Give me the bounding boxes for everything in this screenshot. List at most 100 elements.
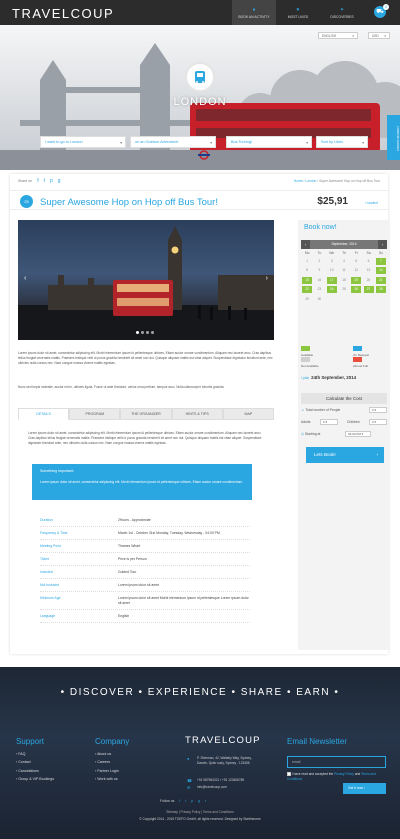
tab-map[interactable]: MAP [222,408,275,420]
facebook-icon[interactable]: f [179,799,180,803]
breadcrumb-home[interactable]: Home [294,179,303,183]
calendar-day[interactable]: 28 [375,286,386,293]
copyright: © Copyright 2014 - 2015 TOEFO GmbH, all … [139,817,261,821]
tab-details[interactable]: DETAILS [18,408,70,420]
nav-most-liked[interactable]: ♥ MOST LIKED [276,0,320,25]
slider-dot[interactable] [141,331,144,334]
calendar-day[interactable]: 3 [327,258,337,265]
calendar-day[interactable]: 25 [339,286,349,293]
slider-dot[interactable] [146,331,149,334]
footer-link[interactable]: › Partner Login [95,769,129,773]
category-select[interactable]: Bus Touring! ▾ [226,136,312,148]
calendar-day[interactable]: 17 [326,276,337,284]
calendar-day[interactable]: 27 [363,286,374,293]
calendar-day[interactable]: 4 [339,258,349,265]
language-select[interactable]: ENGLISH ▾ [318,32,358,39]
people-stepper[interactable]: 0 ▾ [369,407,387,413]
newsletter-consent[interactable]: I have read and accepted the Privacy Pol… [287,772,387,781]
calendar-day[interactable]: 1 [302,258,312,265]
lets-book-button[interactable]: Lets Book! › [306,447,384,463]
calendar-day[interactable]: 14 [375,267,386,274]
slider-dot[interactable] [151,331,154,334]
calendar-day[interactable]: 11 [339,267,349,274]
calendar-day[interactable]: 7 [375,257,386,265]
calendar-day[interactable]: 16 [314,277,324,284]
calendar-day[interactable]: 10 [327,267,337,274]
calendar-day[interactable]: 18 [339,277,349,284]
newsletter-submit-button[interactable]: Get it now › [343,783,386,794]
photo-slider[interactable]: ‹ › [18,220,274,340]
footer-link[interactable]: › About us [95,752,129,756]
nav-book-activity[interactable]: ● BOOK AN ACTIVITY [232,0,276,25]
calendar-day [327,296,337,303]
footer-link[interactable]: › Contact [16,760,54,764]
calendar-day[interactable]: 29 [302,296,312,303]
tab-program[interactable]: PROGRAM [69,408,121,420]
footer-link[interactable]: › Work with us [95,777,129,781]
footer-logo[interactable]: TRAVELCOUP [185,735,261,746]
footer-legal-links[interactable]: Sitemap | Privacy Policy | Terms and Con… [0,810,400,814]
calendar-day[interactable]: 15 [302,276,313,284]
start-time-row: ◷ Starting at 04:00 PM ▾ [301,431,387,437]
nav-discoveries[interactable]: ✦ DISCOVERIES [320,0,364,25]
phone-icon: ☎ [187,778,192,783]
chevron-right-icon[interactable]: › [378,240,387,249]
google-plus-icon[interactable]: g [58,178,61,184]
site-logo[interactable]: TRAVELCOUP [12,6,114,21]
rss-icon[interactable]: r [205,799,206,803]
calendar-day[interactable]: 26 [351,286,362,293]
facebook-icon[interactable]: f [37,178,38,184]
consent-checkbox[interactable] [287,772,291,777]
calendar-day[interactable]: 2 [314,258,324,265]
adults-stepper[interactable]: 0 ▾ [320,419,338,425]
chevron-left-icon[interactable]: ‹ [301,240,310,249]
slider-next-icon[interactable]: › [266,275,268,282]
bus-icon [195,71,205,83]
calendar-day[interactable]: 19 [351,276,362,284]
sort-select[interactable]: Sort by Likes ▾ [316,136,368,148]
calendar-day[interactable]: 6 [364,258,374,265]
children-stepper[interactable]: 0 ▾ [369,419,387,425]
tab-organizer[interactable]: THE ORGANIZER [120,408,172,420]
calendar-day[interactable]: 24 [326,286,337,293]
calendar-day[interactable]: 23 [314,286,324,293]
footer-link[interactable]: › Careers [95,760,129,764]
notice-text: Lorem ipsum dolor sit amet, consectetur … [40,480,244,484]
pinterest-icon[interactable]: p [191,799,193,803]
calendar-day[interactable]: 5 [351,258,361,265]
notice-title: Something important: [40,469,75,473]
tab-hints-tips[interactable]: HINTS & TIPS [171,408,223,420]
important-notice: Something important: Lorem ipsum dolor s… [32,464,252,500]
calendar-day[interactable]: 21 [375,276,386,284]
calendar-day[interactable]: 9 [314,267,324,274]
activity-type-select[interactable]: on an Outdoor Adventure! ▾ [130,136,216,148]
footer-link[interactable]: › FAQ [16,752,54,756]
newsletter-email-input[interactable]: email [287,756,386,768]
fact-row: Ticket Price is per Person [40,553,250,566]
currency-select[interactable]: USD ▾ [368,32,390,39]
slider-dot[interactable] [136,331,139,334]
calendar-day[interactable]: 22 [302,286,313,293]
destination-select[interactable]: I want to go to London ▾ [40,136,126,148]
calendar-day[interactable]: 12 [351,267,361,274]
footer-email[interactable]: info@travelcoup.com [197,785,227,790]
calendar-day[interactable]: 20 [364,277,374,284]
calendar-day[interactable]: 13 [364,267,374,274]
fact-row: Included Guided Tour [40,566,250,579]
calendar-day[interactable]: 30 [314,296,324,303]
start-time-select[interactable]: 04:00 PM ▾ [345,431,371,437]
footer-link[interactable]: › Group & VIP Bookings [16,777,54,781]
adults-children-row: Adults 0 ▾ Children 0 ▾ [301,419,387,425]
footer-company: Company › About us › Careers › Partner L… [95,737,130,781]
breadcrumb-city[interactable]: London [305,179,316,183]
city-guides-tab[interactable]: LONDON GUIDES [387,115,400,160]
calendar-day[interactable]: 8 [302,267,312,274]
legend-not-available: Not Available [301,357,318,368]
google-plus-icon[interactable]: g [198,799,200,803]
twitter-icon[interactable]: t [44,178,45,184]
twitter-icon[interactable]: t [185,799,186,803]
slider-prev-icon[interactable]: ‹ [24,275,26,282]
slider-pagination [136,331,154,334]
footer-link[interactable]: › Cancelations [16,769,54,773]
pinterest-icon[interactable]: p [50,178,53,184]
